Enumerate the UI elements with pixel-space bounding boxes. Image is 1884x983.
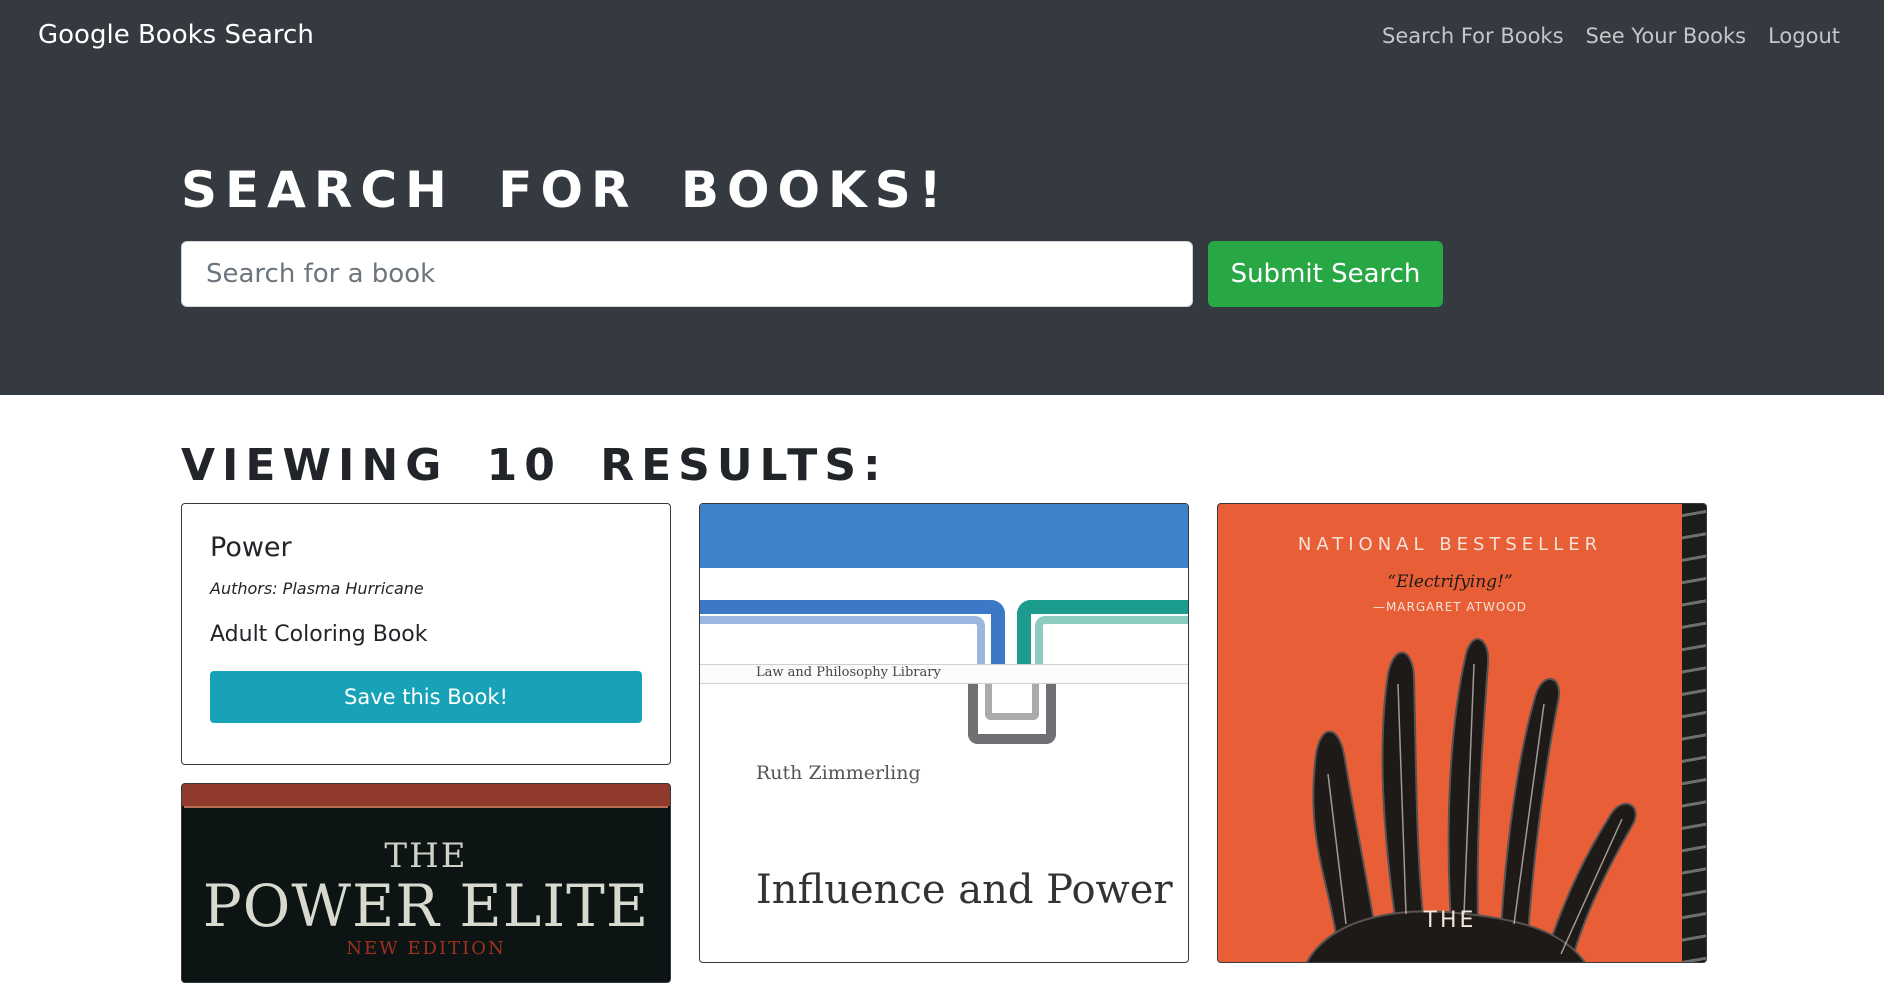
cover-series: Law and Philosophy Library bbox=[756, 665, 941, 680]
cover-title: THE bbox=[1423, 908, 1477, 933]
cover-title: POWER ELITE bbox=[202, 872, 650, 940]
search-input[interactable] bbox=[181, 241, 1193, 307]
header: Google Books Search Search For Books See… bbox=[0, 0, 1884, 395]
submit-search-button[interactable]: Submit Search bbox=[1208, 241, 1443, 307]
book-cover-card: THE POWER ELITE NEW EDITION bbox=[181, 783, 671, 983]
book-title: Power bbox=[210, 532, 292, 563]
cover-frame-grey-inner bbox=[985, 680, 1039, 720]
cover-title: Influence and Power bbox=[756, 867, 1173, 913]
nav-see-your-books[interactable]: See Your Books bbox=[1586, 24, 1747, 48]
cover-attribution: —MARGARET ATWOOD bbox=[1372, 600, 1528, 614]
book-cover-card: NATIONAL BESTSELLER “Electrifying!” —MAR… bbox=[1217, 503, 1707, 963]
nav-logout[interactable]: Logout bbox=[1768, 24, 1840, 48]
brand-link[interactable]: Google Books Search bbox=[38, 20, 314, 50]
book-authors: Authors: Plasma Hurricane bbox=[210, 579, 424, 598]
book-description: Adult Coloring Book bbox=[210, 622, 428, 647]
cover-quote: “Electrifying!” bbox=[1387, 572, 1513, 592]
cover-subtitle: NEW EDITION bbox=[346, 938, 506, 959]
hero-title: Search for Books! bbox=[181, 161, 950, 219]
cover-top-band bbox=[182, 784, 670, 806]
cover-author: Ruth Zimmerling bbox=[756, 762, 921, 784]
nav-links: Search For Books See Your Books Logout bbox=[1382, 24, 1840, 48]
cover-spine-pattern bbox=[1682, 504, 1706, 962]
cover-rule bbox=[184, 806, 668, 808]
book-card: Power Authors: Plasma Hurricane Adult Co… bbox=[181, 503, 671, 765]
cover-text: THE bbox=[384, 836, 468, 876]
book-cover-image: THE POWER ELITE NEW EDITION bbox=[184, 806, 668, 982]
cover-top-band bbox=[700, 504, 1188, 568]
cover-bestseller: NATIONAL BESTSELLER bbox=[1297, 534, 1603, 555]
results-heading: Viewing 10 results: bbox=[181, 440, 888, 491]
save-book-button[interactable]: Save this Book! bbox=[210, 671, 642, 723]
nav-search-books[interactable]: Search For Books bbox=[1382, 24, 1564, 48]
book-cover-card: Law and Philosophy Library Ruth Zimmerli… bbox=[699, 503, 1189, 963]
